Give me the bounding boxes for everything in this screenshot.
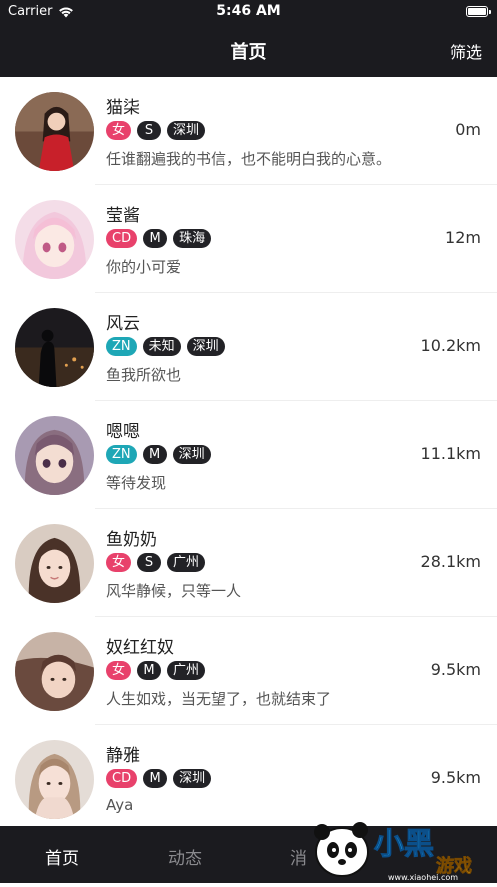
gender-tag: ZN (106, 445, 137, 464)
role-tag: 未知 (142, 337, 181, 356)
user-name: 风云 (106, 314, 140, 334)
status-time: 5:46 AM (216, 3, 281, 19)
gender-tag: 女 (106, 121, 132, 140)
page-title: 首页 (230, 42, 267, 63)
user-row[interactable]: 嗯嗯 ZN M 深圳 等待发现 11.1km (0, 401, 497, 509)
user-distance: 9.5km (430, 660, 481, 679)
user-name: 静雅 (106, 746, 140, 766)
user-row[interactable]: 风云 ZN 未知 深圳 鱼我所欲也 10.2km (0, 293, 497, 401)
user-name: 嗯嗯 (106, 422, 140, 442)
user-tags: CD M 珠海 (106, 229, 212, 248)
role-tag: M (142, 445, 167, 464)
filter-button[interactable]: 筛选 (450, 39, 482, 63)
city-tag: 珠海 (173, 229, 212, 248)
user-name: 鱼奶奶 (106, 530, 157, 550)
battery-icon (466, 6, 491, 17)
role-tag: M (143, 769, 168, 788)
user-distance: 9.5km (430, 768, 481, 787)
user-list: 猫柒 女 S 深圳 任谁翻遍我的书信，也不能明白我的心意。 0m 莹酱 CD M… (0, 77, 497, 826)
user-distance: 10.2km (420, 336, 481, 355)
user-signature: 等待发现 (106, 474, 167, 492)
user-name: 奴红红奴 (106, 638, 174, 658)
role-tag: M (143, 229, 168, 248)
avatar[interactable] (15, 524, 94, 603)
role-tag: M (137, 661, 162, 680)
user-tags: ZN M 深圳 (106, 445, 211, 464)
watermark-logo: 小黑 游戏 www.xiaohei.com (302, 806, 497, 883)
city-tag: 深圳 (172, 445, 211, 464)
user-tags: 女 S 广州 (106, 553, 206, 572)
avatar[interactable] (15, 92, 94, 171)
user-tags: 女 S 深圳 (106, 121, 206, 140)
user-distance: 11.1km (420, 444, 481, 463)
user-name: 猫柒 (106, 98, 140, 118)
city-tag: 广州 (167, 553, 206, 572)
user-distance: 0m (455, 120, 481, 139)
user-tags: 女 M 广州 (106, 661, 206, 680)
user-signature: 人生如戏，当无望了，也就结束了 (106, 690, 332, 708)
gender-tag: 女 (106, 661, 132, 680)
user-row[interactable]: 莹酱 CD M 珠海 你的小可爱 12m (0, 185, 497, 293)
role-tag: S (137, 553, 162, 572)
avatar[interactable] (15, 632, 94, 711)
svg-text:小黑: 小黑 (374, 827, 434, 862)
avatar[interactable] (15, 200, 94, 279)
user-tags: ZN 未知 深圳 (106, 337, 225, 356)
city-tag: 深圳 (173, 769, 212, 788)
user-distance: 12m (445, 228, 481, 247)
gender-tag: CD (106, 229, 138, 248)
avatar[interactable] (15, 416, 94, 495)
user-row[interactable]: 奴红红奴 女 M 广州 人生如戏，当无望了，也就结束了 9.5km (0, 617, 497, 725)
city-tag: 深圳 (186, 337, 225, 356)
user-signature: 任谁翻遍我的书信，也不能明白我的心意。 (106, 150, 392, 168)
status-bar: Carrier 5:46 AM (0, 0, 497, 24)
avatar[interactable] (15, 740, 94, 819)
gender-tag: CD (106, 769, 138, 788)
city-tag: 广州 (167, 661, 206, 680)
tab-moments[interactable]: 动态 (168, 844, 202, 869)
user-row[interactable]: 鱼奶奶 女 S 广州 风华静候，只等一人 28.1km (0, 509, 497, 617)
tab-home[interactable]: 首页 (45, 844, 79, 869)
avatar[interactable] (15, 308, 94, 387)
user-row[interactable]: 猫柒 女 S 深圳 任谁翻遍我的书信，也不能明白我的心意。 0m (0, 77, 497, 185)
svg-text:www.xiaohei.com: www.xiaohei.com (388, 873, 458, 882)
gender-tag: 女 (106, 553, 132, 572)
user-tags: CD M 深圳 (106, 769, 212, 788)
user-signature: Aya (106, 796, 134, 814)
user-signature: 风华静候，只等一人 (106, 582, 242, 600)
user-distance: 28.1km (420, 552, 481, 571)
gender-tag: ZN (106, 337, 137, 356)
navigation-bar: 首页 筛选 (0, 24, 497, 77)
user-signature: 你的小可爱 (106, 258, 182, 276)
city-tag: 深圳 (167, 121, 206, 140)
role-tag: S (137, 121, 162, 140)
user-name: 莹酱 (106, 206, 140, 226)
user-signature: 鱼我所欲也 (106, 366, 182, 384)
